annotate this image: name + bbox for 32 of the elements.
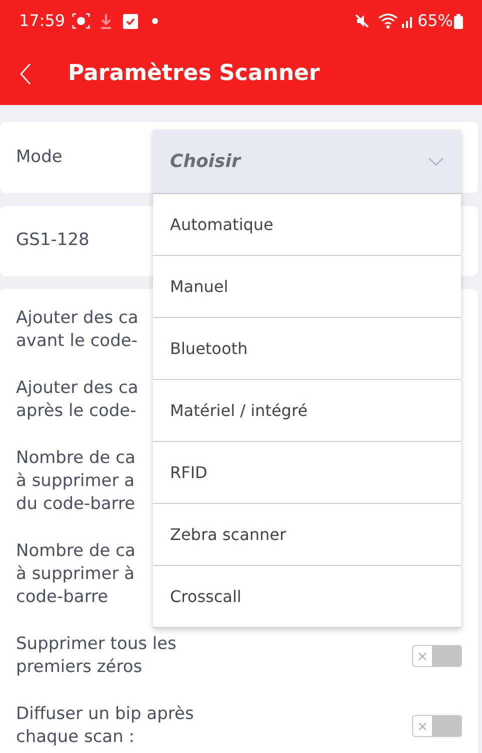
mode-select[interactable]: Choisir <box>153 130 461 194</box>
mute-icon <box>354 13 370 29</box>
record-icon <box>72 13 90 29</box>
chevron-down-icon <box>428 157 444 166</box>
download-icon <box>100 13 112 29</box>
dropdown-option[interactable]: Bluetooth <box>153 318 461 380</box>
battery-percent: 65% <box>417 10 453 32</box>
battery-icon <box>454 14 463 28</box>
mode-label: Mode <box>16 146 62 169</box>
dot-icon <box>152 18 158 24</box>
dropdown-option[interactable]: Manuel <box>153 256 461 318</box>
cross-icon <box>418 722 427 730</box>
page-title: Paramètres Scanner <box>68 60 320 88</box>
back-icon <box>20 62 31 84</box>
setting-label: Nombre de ca à supprimer à code-barre <box>16 540 136 609</box>
gs1-label: GS1-128 <box>16 229 90 252</box>
status-time: 17:59 <box>19 10 66 32</box>
dropdown-option[interactable]: Crosscall <box>153 566 461 628</box>
toggle-switch[interactable] <box>412 715 462 737</box>
dropdown-option[interactable]: Matériel / intégré <box>153 380 461 442</box>
setting-label: Ajouter des ca après le code- <box>16 377 138 423</box>
toggle-switch[interactable] <box>412 645 462 667</box>
setting-label: Ajouter des ca avant le code- <box>16 307 138 353</box>
setting-label: Diffuser un bip après chaque scan : <box>16 703 194 749</box>
dropdown-option[interactable]: RFID <box>153 442 461 504</box>
checkbox-icon <box>123 14 138 28</box>
dropdown-option[interactable]: Automatique <box>153 194 461 256</box>
setting-label: Nombre de ca à supprimer a du code-barre <box>16 447 136 516</box>
setting-label: Supprimer tous les premiers zéros <box>16 633 176 679</box>
cross-icon <box>418 652 427 660</box>
wifi-icon <box>378 13 398 29</box>
dropdown-option[interactable]: Zebra scanner <box>153 504 461 566</box>
